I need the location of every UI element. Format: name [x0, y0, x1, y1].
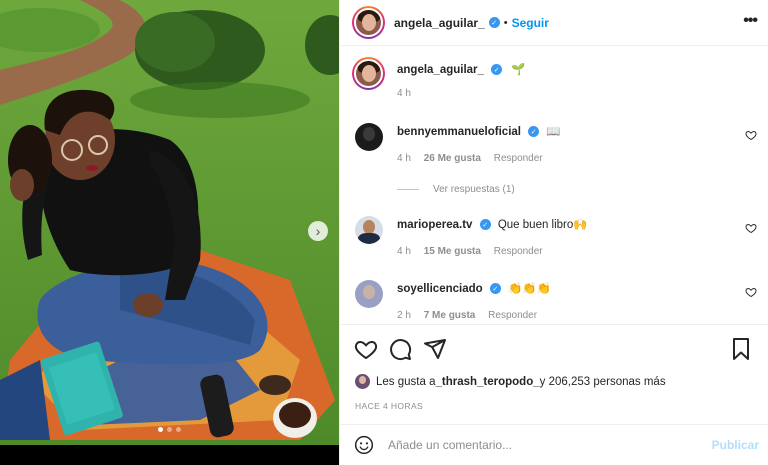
view-replies-button[interactable]: Ver respuestas (1) [397, 184, 515, 195]
comment-icon[interactable] [388, 337, 412, 361]
comment-item: bennyemmanueloficial ✓ 📖 4 h 26 Me gusta… [352, 121, 757, 195]
likes-prefix: Les gusta a [376, 375, 436, 388]
instagram-post-view: › angela_aguilar_ ✓ • Seguir ••• angela_… [0, 0, 768, 465]
verified-badge-icon: ✓ [489, 283, 501, 295]
comment-input[interactable] [388, 438, 688, 452]
heart-outline-icon[interactable] [745, 222, 757, 234]
commenter-avatar[interactable] [355, 123, 383, 151]
photo-scene [0, 0, 339, 445]
caption-emoji: 🌱 [511, 64, 526, 76]
verified-badge-icon: ✓ [479, 219, 491, 231]
commenter-avatar[interactable] [355, 216, 383, 244]
separator-dot: • [503, 16, 508, 29]
replies-divider [397, 189, 419, 190]
author-username[interactable]: angela_aguilar_ [394, 16, 485, 30]
liker-username[interactable]: _thrash_teropodo_ [435, 376, 539, 388]
verified-badge-icon: ✓ [491, 64, 503, 76]
comment-likes[interactable]: 7 Me gusta [424, 310, 476, 321]
comment-text: marioperea.tv ✓ Que buen libro🙌 [397, 217, 588, 231]
post-time-ago[interactable]: HACE 4 HORAS [355, 401, 423, 411]
likes-suffix[interactable]: y 206,253 personas más [540, 376, 666, 388]
more-options-icon[interactable]: ••• [743, 12, 758, 30]
post-header: angela_aguilar_ ✓ • Seguir ••• [340, 0, 768, 46]
post-actions-section: Les gusta a _thrash_teropodo_ y 206,253 … [340, 324, 768, 424]
publish-button[interactable]: Publicar [712, 438, 759, 452]
comment-username[interactable]: marioperea.tv [397, 219, 472, 231]
chevron-right-icon: › [315, 223, 321, 239]
comment-text: bennyemmanueloficial ✓ 📖 [397, 124, 561, 138]
comment-time[interactable]: 2 h [397, 310, 411, 321]
commenter-avatar[interactable] [355, 280, 383, 308]
author-avatar[interactable] [352, 57, 385, 90]
reply-button[interactable]: Responder [494, 153, 543, 164]
comment-username[interactable]: soyellicenciado [397, 283, 483, 295]
comment-username[interactable]: bennyemmanueloficial [397, 126, 521, 138]
author-avatar[interactable] [352, 6, 385, 39]
comment-composer: Publicar [340, 424, 768, 465]
likes-summary[interactable]: Les gusta a _thrash_teropodo_ y 206,253 … [355, 374, 666, 389]
verified-badge-icon: ✓ [528, 126, 540, 138]
heart-icon[interactable] [354, 337, 378, 361]
bookmark-icon[interactable] [729, 337, 753, 361]
smiley-icon[interactable] [354, 435, 374, 455]
caption: angela_aguilar_ ✓ 🌱 4 h [352, 57, 757, 107]
heart-outline-icon[interactable] [745, 129, 757, 141]
comment-meta: 4 h 15 Me gusta Responder [397, 246, 553, 257]
caption-time[interactable]: 4 h [397, 88, 411, 99]
heart-outline-icon[interactable] [745, 286, 757, 298]
reply-button[interactable]: Responder [494, 246, 543, 257]
comment-body: 👏👏👏 [508, 283, 552, 295]
reply-button[interactable]: Responder [488, 310, 537, 321]
view-replies-label: Ver respuestas (1) [433, 184, 515, 195]
comment-time[interactable]: 4 h [397, 153, 411, 164]
caption-username[interactable]: angela_aguilar_ [397, 64, 484, 76]
post-side-panel: angela_aguilar_ ✓ • Seguir ••• angela_ag… [339, 0, 768, 465]
comment-likes[interactable]: 15 Me gusta [424, 246, 481, 257]
post-photo[interactable]: › [0, 0, 339, 465]
verified-badge-icon: ✓ [488, 17, 500, 28]
caption-meta: 4 h [397, 88, 421, 99]
caption-text: angela_aguilar_ ✓ 🌱 [397, 62, 526, 76]
comment-text: soyellicenciado ✓ 👏👏👏 [397, 281, 551, 295]
comment-body: Que buen libro🙌 [497, 219, 588, 231]
comment-time[interactable]: 4 h [397, 246, 411, 257]
comments-list[interactable]: angela_aguilar_ ✓ 🌱 4 h bennyemmanuelofi… [340, 47, 768, 324]
carousel-dot [167, 427, 172, 432]
carousel-dot [176, 427, 181, 432]
comment-likes[interactable]: 26 Me gusta [424, 153, 481, 164]
comment-meta: 2 h 7 Me gusta Responder [397, 310, 547, 321]
carousel-next-button[interactable]: › [308, 221, 328, 241]
share-icon[interactable] [423, 337, 447, 361]
carousel-indicator [0, 427, 339, 432]
comment-item: soyellicenciado ✓ 👏👏👏 2 h 7 Me gusta Res… [352, 278, 757, 324]
liker-avatar [355, 374, 370, 389]
comment-item: marioperea.tv ✓ Que buen libro🙌 4 h 15 M… [352, 214, 757, 264]
comment-body: 📖 [546, 126, 561, 138]
carousel-dot [158, 427, 163, 432]
comment-meta: 4 h 26 Me gusta Responder [397, 153, 553, 164]
follow-button[interactable]: Seguir [512, 16, 549, 30]
